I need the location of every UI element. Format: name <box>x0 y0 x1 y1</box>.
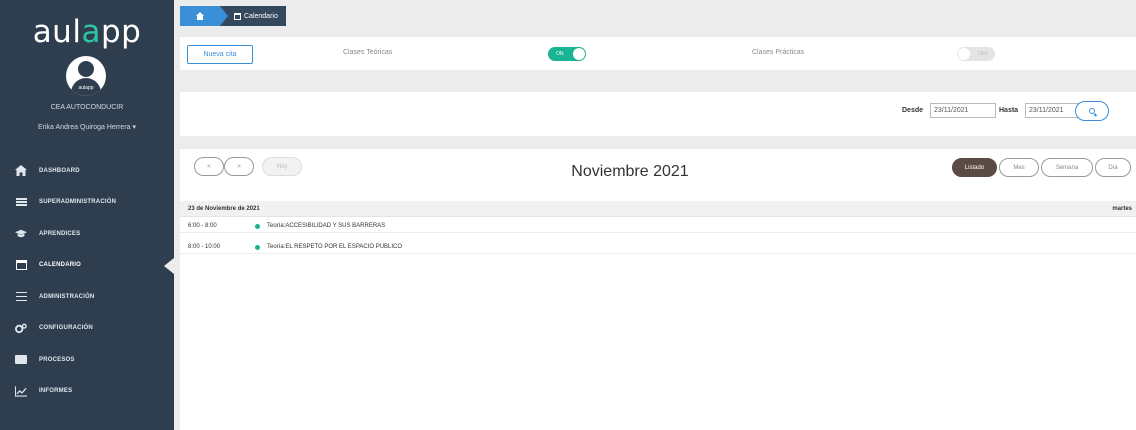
user-caret-icon: ▾ <box>132 124 137 131</box>
event-dot <box>255 224 260 229</box>
sliders-icon-shape <box>15 292 27 302</box>
search-icon <box>1089 108 1095 114</box>
logo-text-accent: a <box>81 14 101 50</box>
sidebar-item-administracion[interactable]: ADMINISTRACIÓN <box>0 281 174 313</box>
avatar[interactable]: aulapp <box>66 56 106 96</box>
folder-icon-shape <box>15 355 27 365</box>
view-day-button[interactable]: Día <box>1095 158 1131 177</box>
list-icon-shape <box>15 198 27 207</box>
view-month-button[interactable]: Mes <box>999 158 1039 177</box>
calendar-icon-shape <box>15 260 27 271</box>
user-menu[interactable]: Erika Andrea Quiroga Herrera ▾ <box>0 123 174 131</box>
breadcrumb-calendario[interactable]: Calendario <box>220 6 286 26</box>
calendar-icon <box>234 12 241 20</box>
event-dot <box>255 245 260 250</box>
list-icon <box>15 196 27 208</box>
app-root: aulapp aulapp CEA AUTOCONDUCIR Erika And… <box>0 0 1136 430</box>
user-name: Erika Andrea Quiroga Herrera <box>37 124 131 131</box>
practice-classes-label: Clases Prácticas <box>752 49 805 56</box>
sidebar-nav: DASHBOARD SUPERADMINISTRACIÓN APRENDICES… <box>0 155 174 407</box>
home-icon <box>15 165 27 177</box>
sidebar-item-label: APRENDICES <box>39 230 81 237</box>
graduation-cap-icon <box>15 228 27 240</box>
sidebar-item-label: CALENDARIO <box>39 262 81 269</box>
sidebar-item-procesos[interactable]: PROCESOS <box>0 344 174 376</box>
calendar-icon <box>15 259 27 271</box>
date-range-panel: Desde 23/11/2021 Hasta 23/11/2021 <box>180 92 1136 136</box>
calendar-panel: < > Hoy Noviembre 2021 Listado Mes Seman… <box>180 149 1136 430</box>
day-date: 23 de Noviembre de 2021 <box>188 206 260 212</box>
filters-panel: Nueva cita Clases Teóricas ON Clases Prá… <box>180 37 1136 70</box>
breadcrumb-label: Calendario <box>244 12 278 20</box>
breadcrumb: Calendario <box>180 6 286 26</box>
sidebar-item-label: CONFIGURACIÓN <box>39 325 93 332</box>
prev-button[interactable]: < <box>194 157 224 176</box>
sidebar-item-label: ADMINISTRACIÓN <box>39 293 95 300</box>
sidebar-item-aprendices[interactable]: APRENDICES <box>0 218 174 250</box>
practice-classes-toggle[interactable]: OFF <box>957 47 995 61</box>
org-name: CEA AUTOCONDUCIR <box>50 104 124 111</box>
logo-text-left: aul <box>32 14 82 50</box>
view-week-button[interactable]: Semana <box>1041 158 1093 177</box>
search-button[interactable] <box>1075 101 1109 121</box>
home-icon <box>195 12 205 20</box>
toggle-state-label: ON <box>556 51 564 57</box>
event-title: Teoría:ACCESIBILIDAD Y SUS BARRERAS <box>267 223 386 229</box>
list-day-header: 23 de Noviembre de 2021 martes <box>180 201 1136 217</box>
logo-text-right: pp <box>100 14 142 50</box>
sidebar-item-informes[interactable]: INFORMES <box>0 376 174 408</box>
from-date-label: Desde <box>902 107 924 114</box>
sidebar: aulapp aulapp CEA AUTOCONDUCIR Erika And… <box>0 0 174 430</box>
app-logo: aulapp <box>0 14 174 50</box>
theory-classes-label: Clases Teóricas <box>343 49 393 56</box>
home-icon-walls <box>197 16 203 20</box>
sidebar-item-label: INFORMES <box>39 388 73 395</box>
event-title: Teoría:EL RESPETO POR EL ESPACIO PUBLICO <box>267 244 403 250</box>
sidebar-item-dashboard[interactable]: DASHBOARD <box>0 155 174 187</box>
from-date-input[interactable]: 23/11/2021 <box>930 103 996 118</box>
line-chart-icon <box>15 385 27 397</box>
cogs-icon <box>15 322 27 334</box>
today-button[interactable]: Hoy <box>262 157 302 176</box>
event-time: 8:00 - 10:00 <box>188 244 221 250</box>
list-item[interactable]: 6:00 - 8:00 Teoría:ACCESIBILIDAD Y SUS B… <box>180 219 1136 233</box>
sidebar-item-label: SUPERADMINISTRACIÓN <box>39 199 117 206</box>
to-date-label: Hasta <box>999 107 1019 114</box>
sidebar-item-configuracion[interactable]: CONFIGURACIÓN <box>0 313 174 345</box>
breadcrumb-home[interactable] <box>180 6 228 26</box>
toggle-state-label: OFF <box>978 51 988 57</box>
folder-icon <box>15 354 27 366</box>
sidebar-item-superadministracion[interactable]: SUPERADMINISTRACIÓN <box>0 187 174 219</box>
avatar-head-shape <box>78 61 94 77</box>
next-button[interactable]: > <box>224 157 254 176</box>
sidebar-item-calendario[interactable]: CALENDARIO <box>0 250 174 282</box>
theory-classes-toggle[interactable]: ON <box>548 47 586 61</box>
day-weekday: martes <box>1112 206 1132 212</box>
list-item[interactable]: 8:00 - 10:00 Teoría:EL RESPETO POR EL ES… <box>180 240 1136 254</box>
sidebar-item-label: PROCESOS <box>39 356 75 363</box>
sidebar-item-label: DASHBOARD <box>39 167 80 174</box>
calendar-title: Noviembre 2021 <box>571 163 689 180</box>
toggle-knob <box>958 48 970 60</box>
sliders-icon <box>15 291 27 303</box>
view-list-button[interactable]: Listado <box>952 158 997 177</box>
toggle-knob <box>573 48 585 60</box>
event-time: 6:00 - 8:00 <box>188 223 217 229</box>
new-appointment-button[interactable]: Nueva cita <box>187 45 253 64</box>
avatar-label: aulapp <box>78 85 94 91</box>
